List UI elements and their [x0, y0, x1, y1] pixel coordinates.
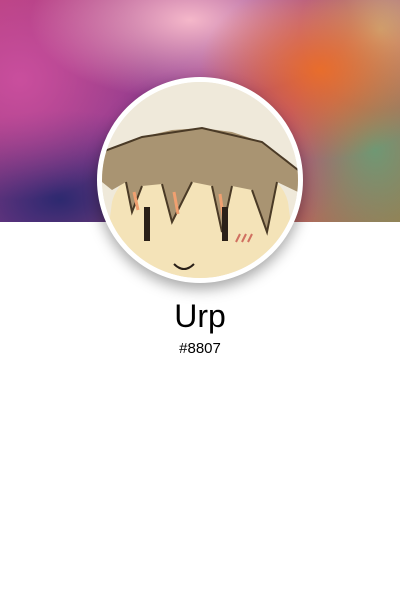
profile-card: Urp #8807 — [0, 0, 400, 600]
user-discriminator: #8807 — [179, 340, 221, 357]
anime-character-avatar-icon — [102, 82, 298, 278]
avatar[interactable] — [97, 77, 303, 283]
username: Urp — [174, 298, 226, 334]
